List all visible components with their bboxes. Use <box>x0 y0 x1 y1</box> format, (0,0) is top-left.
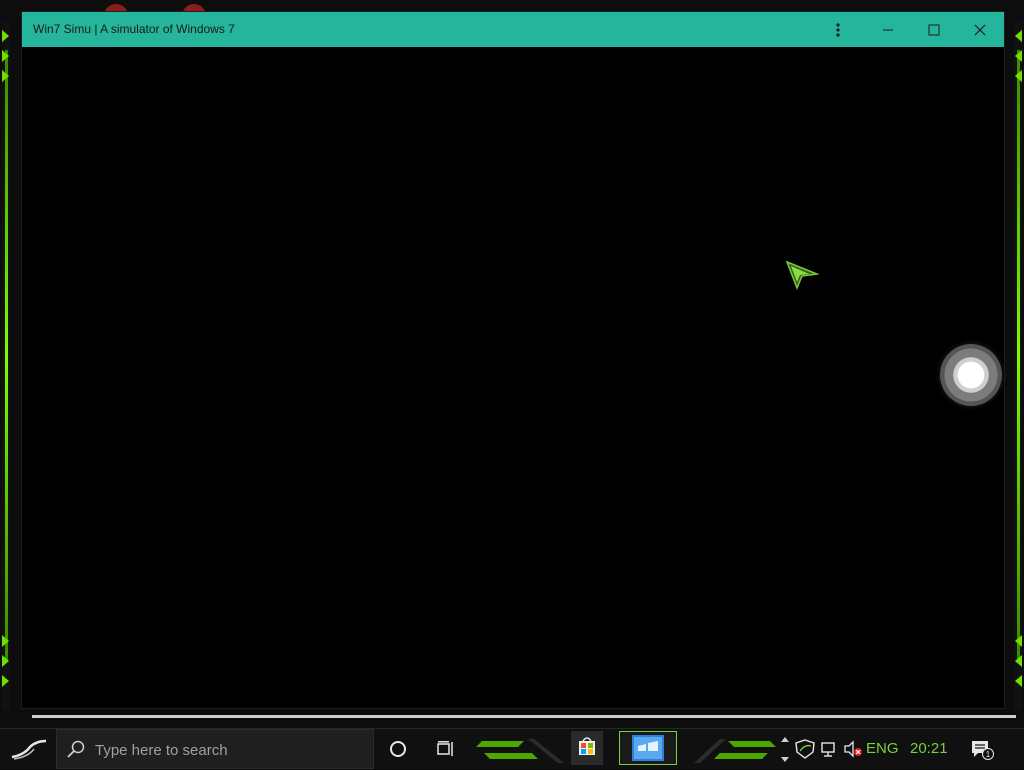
store-icon <box>579 737 595 755</box>
maximize-icon[interactable] <box>912 12 956 47</box>
action-center-icon[interactable]: 1 <box>970 729 994 769</box>
window-bottom-scrollbar[interactable] <box>32 715 1016 718</box>
clock[interactable]: 20:21 <box>910 740 948 757</box>
frame-left-edge <box>2 20 10 710</box>
minimize-icon[interactable] <box>866 12 910 47</box>
razer-start-icon <box>11 739 47 760</box>
win7-simu-app[interactable] <box>619 731 677 765</box>
mouse-cursor-icon <box>785 260 820 295</box>
cortana-icon[interactable] <box>386 729 410 769</box>
window-title: Win7 Simu | A simulator of Windows 7 <box>33 22 235 36</box>
search-placeholder: Type here to search <box>95 742 228 759</box>
taskbar-decoration-right <box>694 739 776 763</box>
window-titlebar[interactable]: Win7 Simu | A simulator of Windows 7 <box>22 12 1004 47</box>
search-icon <box>67 740 85 758</box>
simulator-window: Win7 Simu | A simulator of Windows 7 <box>21 11 1005 709</box>
network-icon[interactable] <box>820 729 838 769</box>
language-indicator[interactable]: ENG <box>866 740 899 757</box>
start-button[interactable] <box>0 729 56 769</box>
store-app[interactable] <box>571 731 603 765</box>
simulator-screen[interactable] <box>22 48 1004 708</box>
task-view-icon[interactable] <box>432 729 460 769</box>
razer-tray-icon[interactable] <box>794 729 816 769</box>
frame-right-edge <box>1014 20 1022 710</box>
win7-simu-icon <box>632 735 664 761</box>
floating-assistive-button[interactable] <box>940 344 1002 406</box>
volume-muted-icon[interactable] <box>843 729 863 769</box>
close-icon[interactable] <box>958 12 1002 47</box>
search-box[interactable]: Type here to search <box>56 729 374 769</box>
notification-count: 1 <box>986 750 991 759</box>
taskbar-decoration-left <box>476 739 564 763</box>
tray-overflow-chevron[interactable] <box>778 729 792 769</box>
kebab-menu-icon[interactable] <box>816 12 860 47</box>
taskbar: Type here to search ENG 20:21 1 <box>0 728 1024 769</box>
